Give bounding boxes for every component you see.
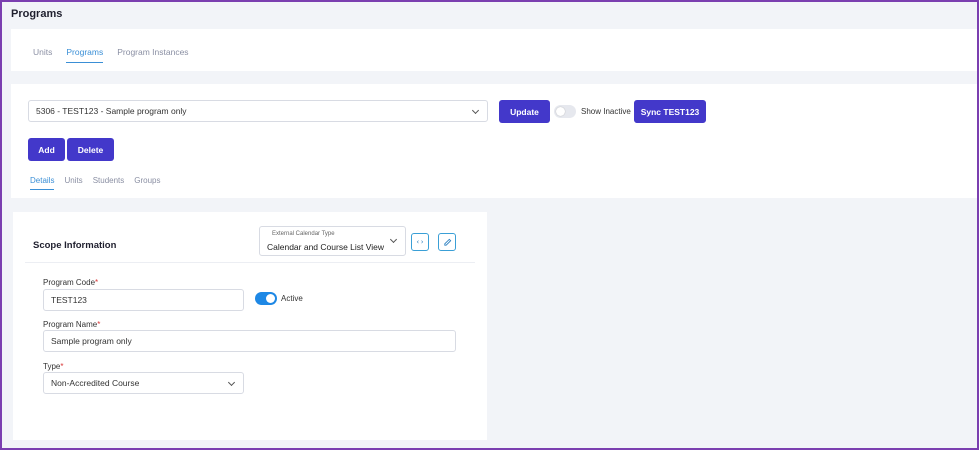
program-code-label: Program Code* bbox=[43, 278, 98, 287]
toggle-knob bbox=[266, 294, 275, 303]
toggle-knob bbox=[556, 107, 565, 116]
show-inactive-label: Show Inactive bbox=[581, 107, 631, 116]
tab-programs[interactable]: Programs bbox=[66, 47, 104, 63]
program-select-value: 5306 - TEST123 - Sample program only bbox=[36, 106, 187, 116]
scope-divider bbox=[25, 262, 475, 263]
external-calendar-value: Calendar and Course List View bbox=[267, 242, 385, 252]
type-select[interactable]: Non-Accredited Course bbox=[43, 372, 244, 394]
detail-tabs: Details Units Students Groups bbox=[30, 176, 161, 190]
required-mark: * bbox=[60, 362, 64, 371]
tab-program-instances[interactable]: Program Instances bbox=[117, 47, 188, 63]
delete-button[interactable]: Delete bbox=[67, 138, 114, 161]
page-title: Programs bbox=[11, 8, 63, 20]
scope-title: Scope Information bbox=[33, 240, 117, 251]
active-label: Active bbox=[281, 294, 303, 303]
top-tab-panel: Units Programs Program Instances bbox=[11, 29, 977, 71]
external-calendar-label: External Calendar Type bbox=[272, 231, 335, 237]
chevron-down-icon bbox=[471, 106, 480, 115]
program-name-label: Program Name* bbox=[43, 320, 100, 329]
tab-students[interactable]: Students bbox=[93, 176, 125, 190]
top-tabs: Units Programs Program Instances bbox=[33, 47, 189, 63]
program-code-label-text: Program Code bbox=[43, 278, 96, 287]
required-mark: * bbox=[97, 320, 101, 329]
tab-groups[interactable]: Groups bbox=[134, 176, 160, 190]
external-calendar-select[interactable]: External Calendar Type Calendar and Cour… bbox=[259, 226, 406, 256]
chevron-down-icon bbox=[389, 235, 398, 244]
show-inactive-toggle[interactable] bbox=[554, 105, 576, 118]
sync-button[interactable]: Sync TEST123 bbox=[634, 100, 706, 123]
program-name-input[interactable]: Sample program only bbox=[43, 330, 456, 352]
code-icon[interactable]: ‹› bbox=[411, 233, 429, 251]
type-label: Type* bbox=[43, 362, 63, 371]
program-name-label-text: Program Name bbox=[43, 320, 98, 329]
program-panel: 5306 - TEST123 - Sample program only Upd… bbox=[11, 84, 977, 198]
program-select[interactable]: 5306 - TEST123 - Sample program only bbox=[28, 100, 488, 122]
type-select-value: Non-Accredited Course bbox=[51, 378, 140, 388]
tab-units-sub[interactable]: Units bbox=[64, 176, 82, 190]
app-frame: Programs Units Programs Program Instance… bbox=[0, 0, 979, 450]
tab-details[interactable]: Details bbox=[30, 176, 55, 190]
chevron-down-icon bbox=[227, 378, 236, 387]
add-button[interactable]: Add bbox=[28, 138, 65, 161]
tab-units[interactable]: Units bbox=[33, 47, 52, 63]
program-code-input[interactable]: TEST123 bbox=[43, 289, 244, 311]
required-mark: * bbox=[95, 278, 99, 287]
edit-icon[interactable] bbox=[438, 233, 456, 251]
type-label-text: Type bbox=[43, 362, 61, 371]
active-toggle[interactable] bbox=[255, 292, 277, 305]
update-button[interactable]: Update bbox=[499, 100, 550, 123]
pencil-icon bbox=[443, 238, 451, 246]
